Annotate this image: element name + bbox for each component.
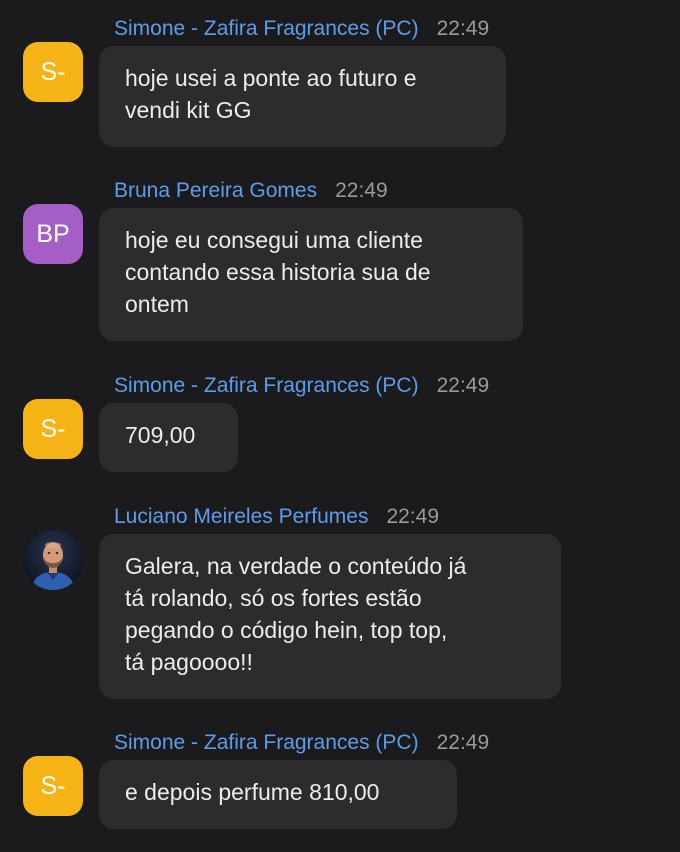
- message-bubble: e depois perfume 810,00: [99, 760, 457, 829]
- avatar-photo[interactable]: [23, 530, 83, 590]
- message-text-line: pegando o código hein, top top,: [125, 617, 448, 643]
- man-portrait-icon: [23, 530, 83, 590]
- sender-name[interactable]: Bruna Pereira Gomes: [114, 179, 317, 202]
- message-text-line: hoje usei a ponte ao futuro e: [125, 65, 417, 91]
- message-time: 22:49: [436, 731, 490, 754]
- chat-message-list: Simone - Zafira Fragrances (PC) 22:49 S- …: [0, 0, 680, 852]
- sender-name[interactable]: Luciano Meireles Perfumes: [114, 505, 368, 528]
- avatar[interactable]: S-: [23, 756, 83, 816]
- message-time: 22:49: [436, 17, 490, 40]
- avatar-initials: S-: [40, 771, 66, 800]
- message-header: Simone - Zafira Fragrances (PC) 22:49: [114, 15, 489, 43]
- message-header: Simone - Zafira Fragrances (PC) 22:49: [114, 372, 489, 400]
- avatar-initials: S-: [40, 414, 66, 443]
- avatar[interactable]: S-: [23, 42, 83, 102]
- message-time: 22:49: [436, 374, 490, 397]
- avatar-initials: BP: [36, 219, 70, 248]
- message-bubble: hoje usei a ponte ao futuro e vendi kit …: [99, 46, 506, 147]
- avatar-initials: S-: [40, 57, 66, 86]
- message-text-line: vendi kit GG: [125, 97, 252, 123]
- avatar[interactable]: BP: [23, 204, 83, 264]
- message-text-line: Galera, na verdade o conteúdo já: [125, 553, 467, 579]
- message-text-line: tá rolando, só os fortes estão: [125, 585, 422, 611]
- message-time: 22:49: [386, 505, 440, 528]
- message-bubble: hoje eu consegui uma cliente contando es…: [99, 208, 523, 341]
- message-bubble: 709,00: [99, 403, 238, 472]
- message-header: Bruna Pereira Gomes 22:49: [114, 177, 388, 205]
- message-header: Luciano Meireles Perfumes 22:49: [114, 503, 439, 531]
- sender-name[interactable]: Simone - Zafira Fragrances (PC): [114, 374, 419, 397]
- sender-name[interactable]: Simone - Zafira Fragrances (PC): [114, 731, 419, 754]
- message-bubble: Galera, na verdade o conteúdo já tá rola…: [99, 534, 561, 699]
- message-text-line: tá pagoooo!!: [125, 649, 253, 675]
- message-header: Simone - Zafira Fragrances (PC) 22:49: [114, 729, 489, 757]
- message-text-line: hoje eu consegui uma cliente: [125, 227, 423, 253]
- message-time: 22:49: [335, 179, 388, 202]
- message-text-line: ontem: [125, 291, 189, 317]
- message-text-line: contando essa historia sua de: [125, 259, 431, 285]
- avatar[interactable]: S-: [23, 399, 83, 459]
- message-text-line: 709,00: [125, 422, 196, 448]
- sender-name[interactable]: Simone - Zafira Fragrances (PC): [114, 17, 419, 40]
- message-text-line: e depois perfume 810,00: [125, 779, 380, 805]
